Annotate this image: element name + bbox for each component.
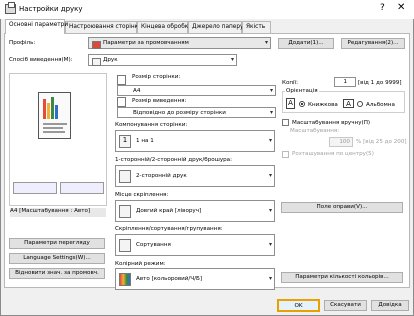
- close-icon[interactable]: ✕: [397, 2, 405, 13]
- preview-area: [9, 73, 107, 206]
- gutter-button[interactable]: Поле оправи(V)...: [281, 202, 403, 213]
- center-checkbox[interactable]: [282, 151, 289, 158]
- binding-value: Довгий край [ліворуч]: [136, 208, 202, 214]
- manual-scaling-label: Масштабування вручну(П): [292, 120, 371, 126]
- page-size-value: A4: [133, 88, 141, 94]
- profile-icon: [92, 41, 101, 49]
- add-profile-button[interactable]: Додати(1)...: [278, 38, 334, 49]
- output-method-value: Друк: [103, 57, 118, 63]
- landscape-radio[interactable]: [357, 101, 363, 107]
- layout-icon: 1: [119, 135, 131, 148]
- finishing-value: Сортування: [136, 242, 171, 248]
- output-size-label: Розмір виведення:: [132, 98, 187, 104]
- restore-defaults-button[interactable]: Відновити знач. за промовч.: [9, 268, 105, 279]
- page-size-label: Розмір сторінки:: [132, 74, 181, 80]
- copies-input[interactable]: 1: [334, 77, 356, 87]
- output-size-select[interactable]: Відповідно до розміру сторінки ▾: [117, 107, 276, 118]
- scaling-label: Масштабування:: [290, 128, 340, 134]
- output-size-value: Відповідно до розміру сторінки: [133, 110, 226, 116]
- tab-basic[interactable]: Основні параметри: [5, 19, 68, 34]
- portrait-label: Книжкова: [308, 102, 338, 108]
- color-count-button[interactable]: Параметри кількості кольорів...: [281, 272, 403, 283]
- chevron-down-icon: ▾: [264, 39, 268, 46]
- help-icon[interactable]: ?: [380, 3, 385, 13]
- page-preview: [38, 92, 71, 139]
- binding-label: Місце скріплення:: [115, 192, 169, 198]
- chevron-down-icon: ▾: [269, 109, 273, 116]
- copies-range: [від 1 до 9999]: [358, 80, 402, 86]
- chevron-down-icon: ▾: [268, 137, 272, 144]
- language-settings-button[interactable]: Language Settings(W)...: [9, 253, 105, 264]
- binding-icon: [119, 205, 131, 218]
- duplex-label: 1-сторонній/2-сторонній друк/брошура:: [115, 157, 232, 163]
- preview-settings-button[interactable]: Параметри перегляду: [9, 238, 105, 249]
- output-size-icon: [117, 97, 126, 107]
- profile-label: Профіль:: [9, 40, 36, 46]
- chevron-down-icon: ▾: [268, 172, 272, 179]
- page-size-select[interactable]: A4 ▾: [117, 85, 276, 96]
- manual-scaling-checkbox[interactable]: [282, 119, 289, 126]
- layout-value: 1 на 1: [136, 138, 154, 144]
- collate-icon: [119, 239, 131, 252]
- scaling-range: % [від 25 до 200]: [356, 139, 407, 145]
- preview-icons-left[interactable]: [13, 182, 57, 194]
- duplex-icon: [119, 170, 131, 183]
- color-icon: [119, 273, 131, 286]
- edit-profile-button[interactable]: Редагування(2)...: [341, 38, 405, 49]
- chevron-down-icon: ▾: [230, 56, 234, 63]
- preview-icons-right[interactable]: [60, 182, 104, 194]
- chevron-down-icon: ▾: [268, 241, 272, 248]
- color-mode-value: Авто [кольоровий/Ч/Б]: [136, 276, 203, 282]
- chevron-down-icon: ▾: [269, 87, 273, 94]
- tab-finishing[interactable]: Кінцева обробка: [137, 21, 192, 33]
- page-size-icon: [117, 75, 126, 85]
- orientation-label: Орієнтація: [285, 88, 319, 94]
- chevron-down-icon: ▾: [268, 207, 272, 214]
- cancel-button[interactable]: Скасувати: [324, 300, 367, 311]
- layout-select[interactable]: 1 1 на 1 ▾: [115, 130, 275, 152]
- window-title: Настройки друку: [19, 5, 83, 13]
- finishing-select[interactable]: Сортування ▾: [115, 234, 275, 256]
- printer-icon: [5, 2, 16, 14]
- duplex-select[interactable]: 2-сторонній друк ▾: [115, 165, 275, 187]
- help-button[interactable]: Довідка: [371, 300, 409, 311]
- binding-select[interactable]: Довгий край [ліворуч] ▾: [115, 200, 275, 222]
- portrait-radio[interactable]: [299, 101, 305, 107]
- preview-caption: A4 [Масштабування : Авто]: [10, 208, 106, 217]
- chevron-down-icon: ▾: [268, 275, 272, 282]
- profile-select[interactable]: Параметри за промовчанням ▾: [88, 37, 271, 49]
- finishing-label: Скріплення/сортування/групування:: [115, 226, 223, 232]
- tab-quality[interactable]: Якість: [242, 21, 271, 33]
- tab-page-setup[interactable]: Настроювання сторінки: [65, 21, 142, 33]
- ok-button[interactable]: OK: [277, 299, 320, 312]
- profile-value: Параметри за промовчанням: [103, 40, 189, 46]
- color-mode-select[interactable]: Авто [кольоровий/Ч/Б] ▾: [115, 268, 275, 290]
- duplex-value: 2-сторонній друк: [136, 173, 187, 179]
- color-mode-label: Колірний режим:: [115, 261, 166, 267]
- landscape-label: Альбомна: [366, 102, 395, 108]
- output-method-label: Спосіб виведення(M):: [9, 57, 73, 63]
- print-icon: [92, 58, 101, 66]
- copies-label: Копії:: [282, 80, 299, 86]
- tab-paper-source[interactable]: Джерело паперу: [188, 21, 243, 33]
- scaling-input[interactable]: 100: [329, 137, 353, 147]
- center-label: Розташування по центру(5): [292, 151, 374, 157]
- output-method-select[interactable]: Друк ▾: [88, 54, 237, 66]
- layout-label: Компонування сторінки:: [115, 122, 188, 128]
